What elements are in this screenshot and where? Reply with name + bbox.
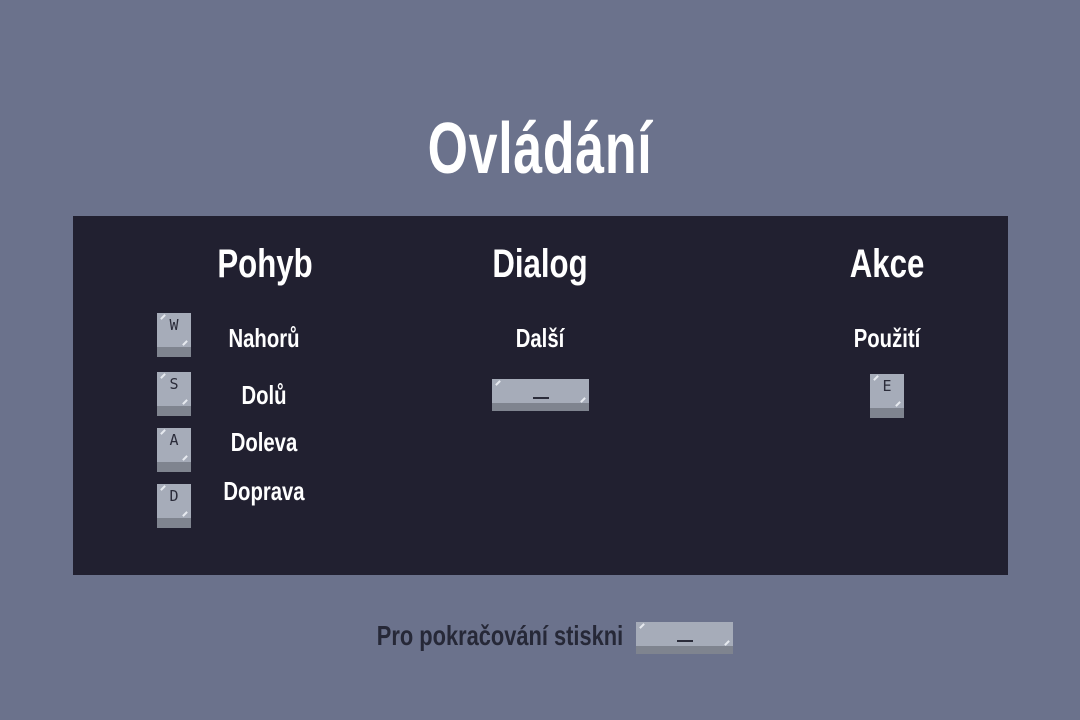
action-column-title: Akce bbox=[849, 242, 925, 286]
key-s-icon: S bbox=[157, 372, 191, 416]
page-title: Ovládání bbox=[427, 109, 653, 189]
continue-prompt: Pro pokračování stiskni bbox=[376, 620, 624, 651]
continue-spacebar-icon[interactable] bbox=[636, 622, 733, 654]
controls-panel: Pohyb W Nahorů S Dolů A Doleva D Doprava… bbox=[73, 216, 1008, 575]
spacebar-key-icon bbox=[492, 379, 589, 411]
dialog-column-title: Dialog bbox=[492, 242, 588, 286]
move-left-label: Doleva bbox=[230, 427, 298, 457]
key-a-icon: A bbox=[157, 428, 191, 472]
move-column-title: Pohyb bbox=[217, 242, 313, 286]
key-e-icon: E bbox=[870, 374, 904, 418]
move-right-label: Doprava bbox=[223, 476, 305, 506]
dialog-next-label: Další bbox=[515, 323, 565, 353]
action-use-label: Použití bbox=[853, 323, 921, 353]
key-w-icon: W bbox=[157, 313, 191, 357]
move-down-label: Dolů bbox=[241, 380, 287, 410]
move-up-label: Nahorů bbox=[228, 323, 300, 353]
key-d-icon: D bbox=[157, 484, 191, 528]
